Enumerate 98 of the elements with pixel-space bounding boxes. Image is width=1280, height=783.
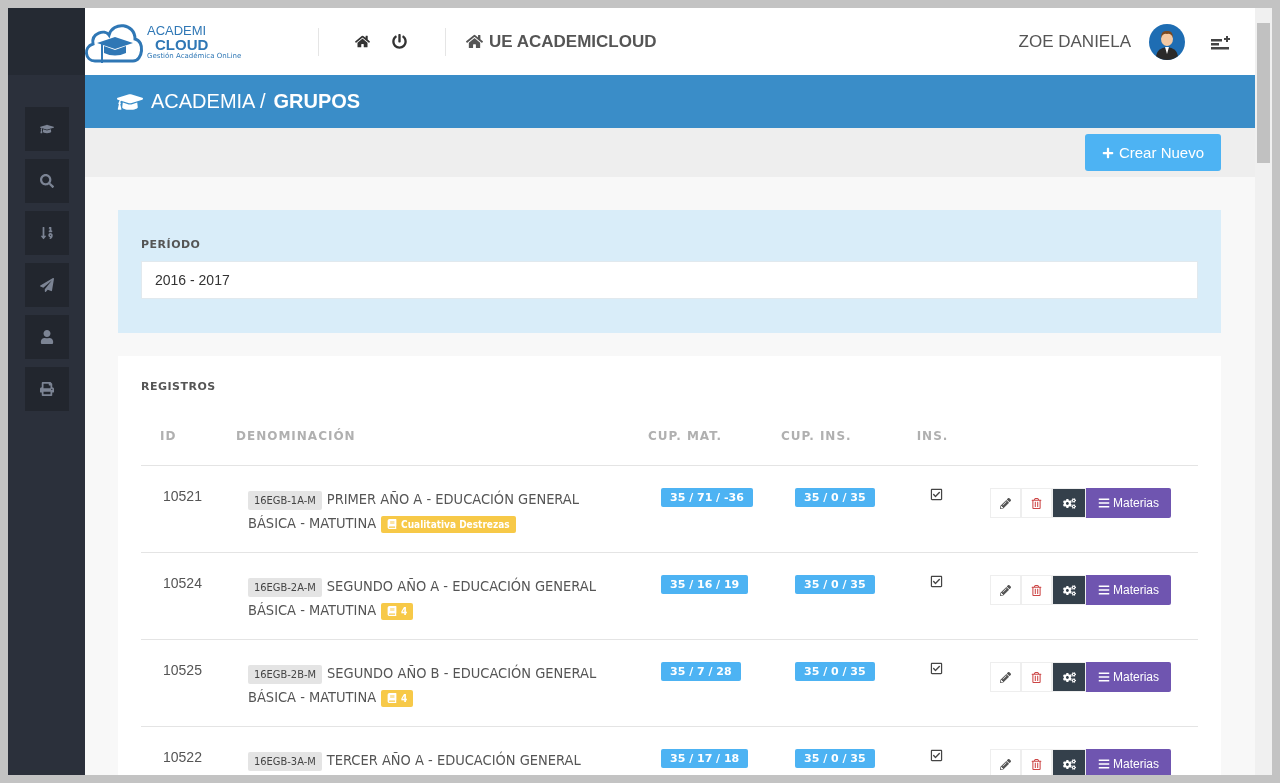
trash-icon: [1031, 584, 1042, 596]
subjects-button[interactable]: Materias: [1086, 575, 1171, 605]
checkbox-checked-icon: [930, 749, 943, 762]
capacity-badge: 35 / 0 / 35: [795, 662, 875, 681]
capacity-badge: 35 / 0 / 35: [795, 488, 875, 507]
book-icon: [387, 693, 398, 703]
plus-icon: [1101, 146, 1114, 159]
period-field[interactable]: 2016 - 2017: [141, 261, 1198, 299]
subjects-button[interactable]: Materias: [1086, 488, 1171, 518]
capacity-badge: 35 / 71 / -36: [661, 488, 753, 507]
subjects-button[interactable]: Materias: [1086, 749, 1171, 775]
home-icon: [466, 33, 483, 50]
capacity-badge: 35 / 0 / 35: [795, 749, 875, 768]
subject-tag: 4: [381, 603, 414, 620]
sidebar-button[interactable]: [24, 367, 69, 411]
group-code: 16EGB-2B-M: [248, 665, 323, 684]
subject-tag: 4: [381, 690, 414, 707]
group-name: 16EGB-1A-M PRIMER AÑO A - EDUCACIÓN GENERAL BÁSICA - MATUTINA Cualitativa Destrezas: [247, 489, 581, 535]
settings-button[interactable]: [1052, 488, 1086, 518]
pencil-icon: [1000, 584, 1011, 596]
pencil-icon: [1000, 671, 1011, 683]
power-icon: [392, 34, 407, 49]
table-cell-text: 10522: [162, 749, 203, 765]
group-code: 16EGB-2A-M: [248, 578, 322, 597]
capacity-badge: 35 / 17 / 18: [661, 749, 749, 768]
group-name: 16EGB-2A-M SEGUNDO AÑO A - EDUCACIÓN GENERAL BÁSICA - MATUTINA 4: [247, 576, 597, 622]
table-cell-text: 10525: [162, 662, 203, 678]
sidebar-button[interactable]: [24, 211, 69, 255]
table-cell-text: 10524: [162, 575, 203, 591]
user-icon: [39, 330, 54, 344]
group-code: 16EGB-3A-M: [248, 752, 322, 771]
trash-icon: [1031, 671, 1042, 683]
home-icon: [355, 34, 370, 49]
power-button[interactable]: [392, 34, 407, 49]
checkbox-checked-icon: [930, 662, 943, 675]
search-icon: [39, 174, 54, 188]
subjects-button[interactable]: Materias: [1086, 662, 1171, 692]
avatar-icon: [1149, 23, 1185, 60]
group-name: 16EGB-3A-M TERCER AÑO A - EDUCACIÓN GENERAL: [225, 749, 640, 773]
edit-button[interactable]: [990, 749, 1021, 775]
card-title: REGISTROS: [141, 380, 217, 393]
menu-icon: [1098, 584, 1110, 596]
group-code: 16EGB-1A-M: [248, 491, 322, 510]
menu-icon: [1098, 497, 1110, 509]
breadcrumb-section: ACADEMIA /: [151, 90, 266, 113]
group-name: 16EGB-2B-M SEGUNDO AÑO B - EDUCACIÓN GENERAL BÁSICA - MATUTINA 4: [247, 663, 598, 709]
delete-button[interactable]: [1021, 488, 1052, 518]
column-header: INS.: [916, 429, 949, 443]
table-cell-text: 10521: [162, 488, 203, 504]
menu-icon: [1098, 758, 1110, 770]
book-icon: [387, 519, 398, 529]
settings-icon: [1062, 757, 1076, 771]
delete-button[interactable]: [1021, 749, 1052, 775]
pencil-icon: [1000, 758, 1011, 770]
settings-button[interactable]: [1052, 662, 1086, 692]
sidebar-button[interactable]: [24, 263, 69, 307]
sidebar-button[interactable]: [24, 107, 69, 151]
column-header: CUP. MAT.: [647, 429, 723, 443]
edit-button[interactable]: [990, 662, 1021, 692]
trash-icon: [1031, 758, 1042, 770]
paper-plane-icon: [39, 278, 54, 292]
page-title: GRUPOS: [273, 90, 361, 113]
list-add-icon: [1211, 33, 1231, 50]
search-button[interactable]: [24, 159, 69, 203]
delete-button[interactable]: [1021, 662, 1052, 692]
trash-icon: [1031, 497, 1042, 509]
field-label: PERÍODO: [141, 238, 202, 251]
settings-icon: [1062, 670, 1076, 684]
checkbox-checked-icon: [930, 488, 943, 501]
user-name: ZOE DANIELA: [1018, 31, 1131, 52]
printer-icon: [39, 382, 54, 396]
subject-tag: Cualitativa Destrezas: [381, 516, 516, 533]
edit-button[interactable]: [990, 575, 1021, 605]
checkbox-checked-icon: [930, 575, 943, 588]
menu-button[interactable]: [1211, 33, 1231, 50]
sidebar-button[interactable]: [24, 315, 69, 359]
book-icon: [387, 606, 398, 616]
pencil-icon: [1000, 497, 1011, 509]
settings-button[interactable]: [1052, 575, 1086, 605]
graduation-cap-icon: [39, 122, 54, 136]
settings-icon: [1062, 583, 1076, 597]
capacity-badge: 35 / 0 / 35: [795, 575, 875, 594]
institution-name: UE ACADEMICLOUD: [489, 31, 657, 52]
menu-icon: [1098, 671, 1110, 683]
logo-text: ACADEMI: [147, 23, 208, 37]
settings-icon: [1062, 496, 1076, 510]
delete-button[interactable]: [1021, 575, 1052, 605]
sort-numeric-icon: [39, 226, 54, 240]
home-button[interactable]: [355, 34, 370, 49]
capacity-badge: 35 / 16 / 19: [661, 575, 749, 594]
scrollbar-thumb[interactable]: [1257, 23, 1270, 163]
edit-button[interactable]: [990, 488, 1021, 518]
settings-button[interactable]: [1052, 749, 1086, 775]
column-header: ID: [159, 429, 177, 443]
logo-text: CLOUD: [155, 36, 209, 52]
column-header: CUP. INS.: [780, 429, 852, 443]
column-header: DENOMINACIÓN: [235, 429, 356, 443]
capacity-badge: 35 / 7 / 28: [661, 662, 741, 681]
